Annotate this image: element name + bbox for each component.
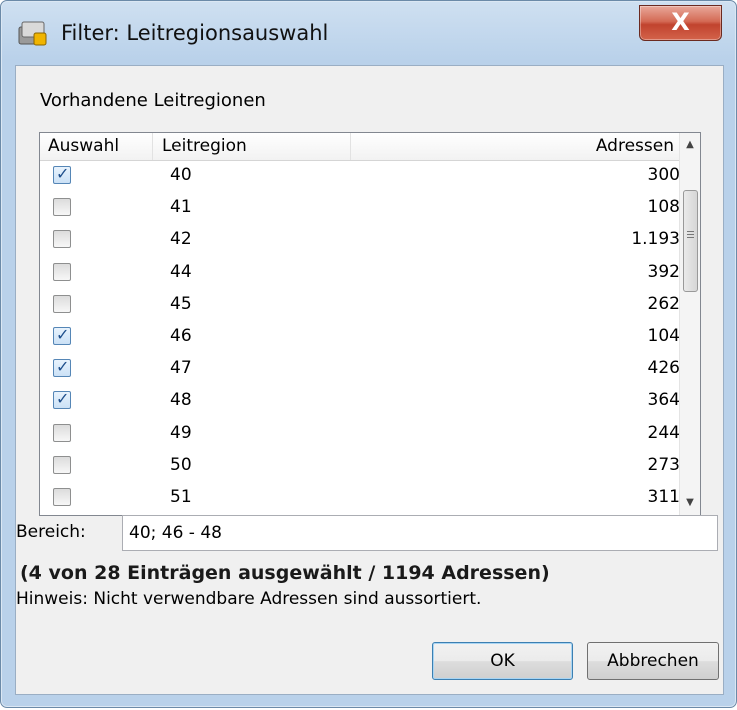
region-list[interactable]: Auswahl Leitregion Adressen ✓ 40 300 41 108 4… [39,132,701,516]
row-checkbox[interactable]: ✓ [53,325,71,345]
region-cell: 40 [170,165,192,185]
table-row[interactable]: 49 244 [40,419,680,451]
checkmark-icon: ✓ [56,389,70,409]
region-cell: 44 [170,261,192,282]
scroll-down-arrow-icon[interactable]: ▼ [680,493,700,513]
row-checkbox[interactable] [53,262,71,281]
row-checkbox[interactable] [53,423,71,442]
region-cell: 47 [170,358,192,379]
title-bar[interactable]: Filter: Leitregionsauswahl X [1,1,736,65]
region-cell: 42 [170,229,192,250]
column-header-addresses[interactable]: Adressen [596,136,674,156]
scroll-up-arrow-icon[interactable]: ▲ [680,135,700,155]
address-count-cell: 1.193 [631,229,680,250]
row-checkbox[interactable]: ✓ [53,357,71,378]
column-header-select[interactable]: Auswahl [48,136,119,156]
vertical-scrollbar[interactable]: ▲ ▼ [679,133,700,515]
region-cell: 49 [170,422,192,443]
row-checkbox[interactable]: ✓ [53,389,71,410]
column-header-region[interactable]: Leitregion [162,136,247,156]
row-checkbox[interactable] [53,198,71,217]
address-count-cell: 104 [647,326,680,346]
address-count-cell: 426 [647,358,680,379]
table-row[interactable]: ✓ 46 104 [40,322,680,354]
dialog-body: Vorhandene Leitregionen Auswahl Leitregi… [15,65,724,695]
app-filter-icon [18,21,47,46]
window-title: Filter: Leitregionsauswahl [61,21,329,45]
row-checkbox[interactable] [53,455,71,474]
region-cell: 51 [170,487,192,507]
table-row[interactable]: 50 273 [40,451,680,483]
table-row[interactable]: ✓ 47 426 [40,354,680,386]
address-count-cell: 262 [647,293,680,314]
address-count-cell: 108 [647,197,680,218]
row-checkbox[interactable] [53,294,71,313]
table-row[interactable]: 44 392 [40,258,680,290]
row-checkbox[interactable]: ✓ [53,164,71,184]
scroll-thumb[interactable] [683,190,698,292]
table-row[interactable]: ✓ 48 364 [40,386,680,418]
range-label: Bereich: [16,522,86,542]
checkmark-icon: ✓ [56,164,70,183]
address-count-cell: 392 [647,261,680,282]
table-row[interactable]: 45 262 [40,290,680,322]
table-row[interactable]: 51 311 [40,483,680,515]
region-cell: 41 [170,197,192,218]
checkmark-icon: ✓ [56,325,70,344]
row-checkbox[interactable] [53,488,71,506]
close-button[interactable]: X [639,5,722,41]
address-count-cell: 300 [647,165,680,185]
address-count-cell: 273 [647,454,680,475]
region-cell: 46 [170,326,192,346]
range-input[interactable]: 40; 46 - 48 [122,515,718,551]
table-row[interactable]: 42 1.193 [40,225,680,257]
checkmark-icon: ✓ [56,357,70,377]
group-label: Vorhandene Leitregionen [40,90,266,111]
address-count-cell: 244 [647,422,680,443]
ok-button[interactable]: OK [432,642,573,680]
dialog-window: Filter: Leitregionsauswahl X Vorhandene … [0,0,737,708]
region-cell: 48 [170,390,192,411]
region-cell: 45 [170,293,192,314]
region-cell: 50 [170,454,192,475]
address-count-cell: 311 [647,487,680,507]
selection-status: (4 von 28 Einträgen ausgewählt / 1194 Ad… [20,562,550,584]
table-row[interactable]: 41 108 [40,193,680,225]
address-count-cell: 364 [647,390,680,411]
table-row[interactable]: ✓ 40 300 [40,161,680,193]
row-checkbox[interactable] [53,230,71,249]
cancel-button[interactable]: Abbrechen [587,642,719,680]
list-header: Auswahl Leitregion Adressen [40,133,680,161]
hint-text: Hinweis: Nicht verwendbare Adressen sind… [16,589,482,609]
